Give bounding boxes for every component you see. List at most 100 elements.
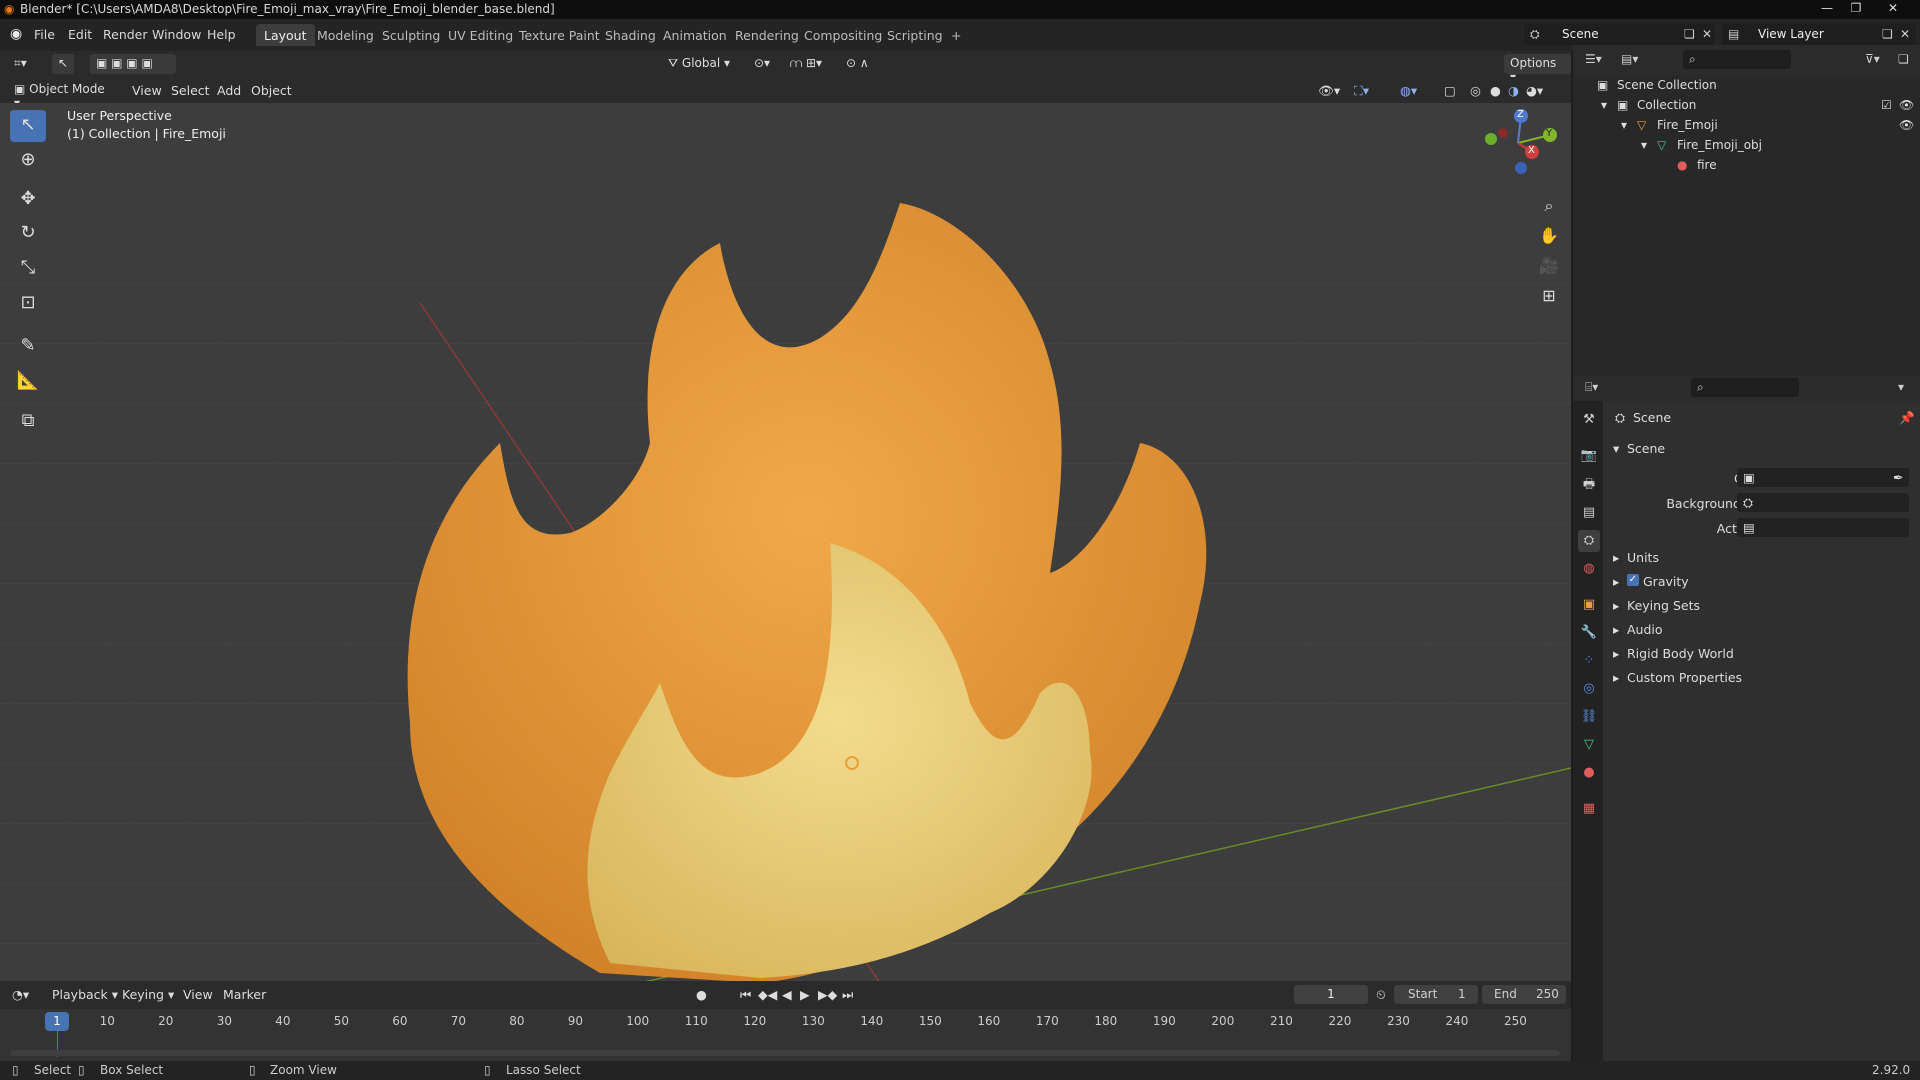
add-workspace-button[interactable]: +: [943, 24, 969, 46]
tool-tab-icon[interactable]: ⚒: [1578, 409, 1600, 431]
timeline-menu-marker[interactable]: Marker: [223, 987, 266, 1002]
camera-field[interactable]: ▣ ✒: [1737, 468, 1909, 487]
outliner-editor-type-icon[interactable]: ☰▾: [1585, 52, 1602, 66]
xray-icon[interactable]: ▢: [1444, 83, 1456, 98]
annotate-tool-icon[interactable]: ✎: [10, 331, 46, 363]
tab-texture-paint[interactable]: Texture Paint: [511, 24, 608, 46]
background-scene-field[interactable]: ⛭: [1737, 493, 1909, 512]
timeline-menu-playback[interactable]: Playback ▾: [52, 987, 118, 1002]
properties-editor-type-icon[interactable]: ⌸▾: [1585, 380, 1598, 395]
outliner-scene-collection[interactable]: ▣ Scene Collection: [1573, 75, 1920, 95]
viewport-menu-select[interactable]: Select: [171, 83, 210, 98]
start-frame-field[interactable]: Start 1: [1394, 985, 1478, 1004]
tab-scripting[interactable]: Scripting: [879, 24, 951, 46]
timeline-menu-view[interactable]: View: [183, 987, 213, 1002]
tab-shading[interactable]: Shading: [597, 24, 664, 46]
pin-icon[interactable]: 📌: [1899, 410, 1915, 426]
solid-shading-icon[interactable]: ●: [1490, 83, 1501, 98]
menu-file[interactable]: File: [34, 27, 55, 42]
outliner-object-row[interactable]: ▾ ▽ Fire_Emoji 👁: [1573, 115, 1920, 135]
move-tool-icon[interactable]: ✥: [10, 184, 46, 216]
tab-layout[interactable]: Layout: [256, 24, 315, 46]
view-layer-selector[interactable]: ▤ View Layer ❏ ✕: [1722, 24, 1916, 45]
custom-properties-panel-header[interactable]: ▸ Custom Properties: [1603, 666, 1920, 688]
modifier-tab-icon[interactable]: 🔧: [1578, 622, 1600, 644]
editor-type-icon[interactable]: ⌗▾: [8, 54, 33, 74]
view-layer-tab-icon[interactable]: ▤: [1578, 502, 1600, 524]
end-frame-field[interactable]: End 250: [1482, 985, 1566, 1004]
expand-arrow-icon[interactable]: ▾: [1601, 98, 1607, 112]
viewport-menu-object[interactable]: Object: [251, 83, 292, 98]
jump-start-icon[interactable]: ⏮: [740, 987, 751, 1003]
options-dropdown[interactable]: Options ▾: [1504, 54, 1571, 84]
select-box-tool-icon[interactable]: ↖: [10, 110, 46, 142]
transform-tool-icon[interactable]: ⊡: [10, 288, 46, 320]
menu-help[interactable]: Help: [207, 27, 236, 42]
maximize-button[interactable]: ❐: [1845, 0, 1867, 19]
mode-selector[interactable]: ▣ Object Mode ▾: [8, 80, 118, 110]
zoom-icon[interactable]: ⌕: [1536, 193, 1562, 219]
viewport-menu-view[interactable]: View: [132, 83, 162, 98]
navigation-gizmo[interactable]: Z Y X: [1478, 108, 1558, 188]
constraints-tab-icon[interactable]: ⛓: [1578, 706, 1600, 728]
tab-uv-editing[interactable]: UV Editing: [440, 24, 521, 46]
outliner-collection[interactable]: ▾ ▣ Collection ☑ 👁: [1573, 95, 1920, 115]
render-tab-icon[interactable]: 📷: [1578, 445, 1600, 467]
delete-scene-icon[interactable]: ✕: [1702, 27, 1712, 41]
rendered-shading-icon[interactable]: ◕▾: [1526, 83, 1543, 98]
material-shading-icon[interactable]: ◑: [1508, 83, 1519, 98]
properties-search-input[interactable]: ⌕: [1691, 378, 1799, 397]
delete-view-layer-icon[interactable]: ✕: [1900, 27, 1910, 41]
include-checkbox-icon[interactable]: ☑: [1881, 98, 1892, 112]
keying-sets-panel-header[interactable]: ▸ Keying Sets: [1603, 594, 1920, 616]
menu-render[interactable]: Render: [103, 27, 148, 42]
preview-range-icon[interactable]: ⏲: [1376, 987, 1386, 1003]
rotate-tool-icon[interactable]: ↻: [10, 218, 46, 250]
measure-tool-icon[interactable]: 📐: [10, 366, 46, 398]
play-icon[interactable]: ▶: [800, 987, 810, 1002]
scene-panel-header[interactable]: ▾ Scene: [1603, 437, 1920, 459]
visibility-icon[interactable]: 👁▾: [1318, 83, 1340, 99]
viewport-menu-add[interactable]: Add: [217, 83, 241, 98]
timeline-editor-type-icon[interactable]: ◔▾: [12, 987, 29, 1002]
object-visibility-eye-icon[interactable]: 👁: [1899, 118, 1914, 132]
proportional-edit-icon[interactable]: ⊙ ∧: [840, 54, 875, 74]
tab-rendering[interactable]: Rendering: [727, 24, 807, 46]
world-tab-icon[interactable]: ◍: [1578, 558, 1600, 580]
expand-arrow-icon[interactable]: ▾: [1621, 118, 1627, 132]
tab-compositing[interactable]: Compositing: [796, 24, 890, 46]
visibility-eye-icon[interactable]: 👁: [1899, 98, 1914, 112]
overlay-toggle-icon[interactable]: ◍▾: [1400, 83, 1417, 98]
next-keyframe-icon[interactable]: ▶◆: [818, 987, 837, 1002]
3d-viewport[interactable]: Z Y X ⌕ ✋ 🎥 ⊞: [0, 103, 1571, 981]
eyedropper-icon[interactable]: ✒: [1893, 470, 1903, 485]
new-scene-icon[interactable]: ❏: [1684, 27, 1695, 41]
transform-orientation[interactable]: ⛛ Global ▾: [662, 54, 740, 74]
timeline-menu-keying[interactable]: Keying ▾: [122, 987, 174, 1002]
material-tab-icon[interactable]: ●: [1578, 762, 1600, 784]
object-tab-icon[interactable]: ▣: [1578, 594, 1600, 616]
particles-tab-icon[interactable]: ⁘: [1578, 650, 1600, 672]
active-clip-field[interactable]: ▤: [1737, 518, 1909, 537]
wireframe-shading-icon[interactable]: ◎: [1470, 83, 1481, 98]
units-panel-header[interactable]: ▸ Units: [1603, 546, 1920, 568]
select-tool-icon[interactable]: ↖: [52, 54, 74, 74]
filter-icon[interactable]: ⊽▾: [1865, 52, 1880, 66]
pan-hand-icon[interactable]: ✋: [1536, 223, 1562, 249]
properties-options-icon[interactable]: ▾: [1898, 380, 1904, 394]
camera-view-icon[interactable]: 🎥: [1536, 253, 1562, 279]
new-collection-icon[interactable]: ❏: [1898, 52, 1909, 66]
scene-tab-icon[interactable]: ⛭: [1578, 530, 1600, 552]
outliner-material-row[interactable]: ● fire: [1573, 155, 1920, 175]
playhead[interactable]: 1: [45, 1012, 69, 1031]
audio-panel-header[interactable]: ▸ Audio: [1603, 618, 1920, 640]
data-tab-icon[interactable]: ▽: [1578, 734, 1600, 756]
blender-menu-icon[interactable]: ◉: [10, 26, 22, 42]
selection-mode-icons[interactable]: ▣ ▣ ▣ ▣: [90, 54, 176, 74]
texture-tab-icon[interactable]: ▦: [1578, 798, 1600, 820]
physics-tab-icon[interactable]: ◎: [1578, 678, 1600, 700]
display-mode-icon[interactable]: ▤▾: [1621, 52, 1638, 66]
add-cube-tool-icon[interactable]: ⧉: [10, 406, 46, 438]
cursor-tool-icon[interactable]: ⊕: [10, 145, 46, 177]
new-view-layer-icon[interactable]: ❏: [1882, 27, 1893, 41]
